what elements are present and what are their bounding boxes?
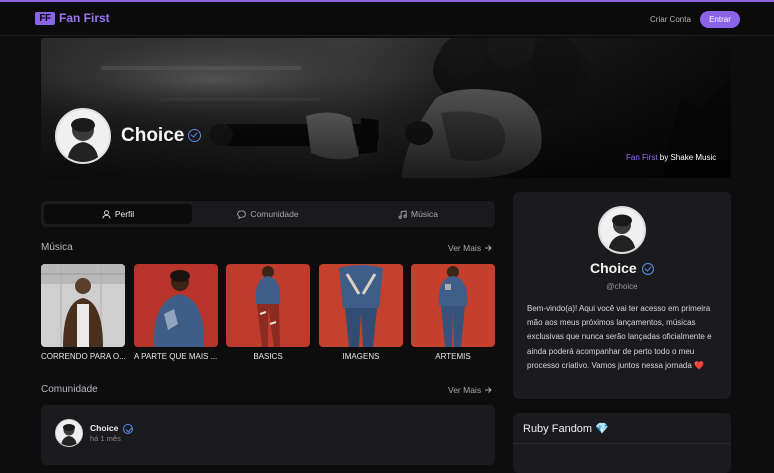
login-button[interactable]: Entrar: [700, 11, 740, 28]
arrow-right-icon: [485, 245, 492, 251]
profile-avatar: [598, 206, 646, 254]
music-see-more-link[interactable]: Ver Mais: [448, 243, 492, 253]
profile-name: Choice: [590, 260, 637, 276]
album-title[interactable]: A PARTE QUE MAIS ...: [134, 352, 218, 361]
tab-musica[interactable]: Música: [344, 204, 492, 224]
credit-brand: Fan First: [626, 153, 658, 162]
album-cover[interactable]: [411, 264, 495, 347]
verified-badge-icon: [123, 424, 133, 434]
banner-credit: Fan First by Shake Music: [626, 153, 716, 162]
album-title[interactable]: BASICS: [226, 352, 310, 361]
see-more-label: Ver Mais: [448, 243, 482, 253]
banner-avatar: [55, 108, 111, 164]
see-more-label: Ver Mais: [448, 385, 482, 395]
album-title[interactable]: ARTEMIS: [411, 352, 495, 361]
credit-suffix: by Shake Music: [657, 153, 717, 162]
album-title[interactable]: CORRENDO PARA O...: [41, 352, 125, 361]
user-icon: [102, 209, 111, 219]
arrow-right-icon: [485, 387, 492, 393]
tab-perfil[interactable]: Perfil: [44, 204, 192, 224]
album-cover[interactable]: [319, 264, 403, 347]
fandom-title: Ruby Fandom 💎: [523, 423, 609, 435]
post-author-avatar: [55, 419, 83, 447]
music-note-icon: [398, 209, 407, 219]
tab-label: Comunidade: [250, 209, 299, 219]
profile-bio: Bem-vindo(a)! Aqui você vai ter acesso e…: [527, 304, 712, 370]
tab-label: Perfil: [114, 209, 135, 219]
album-cover[interactable]: [41, 264, 125, 347]
tab-comunidade[interactable]: Comunidade: [194, 204, 342, 224]
logo-mark: FF: [35, 11, 55, 25]
album-title[interactable]: IMAGENS: [319, 352, 403, 361]
community-see-more-link[interactable]: Ver Mais: [448, 385, 492, 395]
verified-badge-icon: [188, 129, 201, 142]
album-cover[interactable]: [226, 264, 310, 347]
tab-label: Música: [411, 209, 438, 219]
artist-name: Choice: [121, 125, 185, 146]
divider: [513, 443, 731, 444]
logo-text: Fan First: [59, 11, 110, 25]
album-cover[interactable]: [134, 264, 218, 347]
music-section-title: Música: [41, 242, 73, 253]
community-section-title: Comunidade: [41, 384, 98, 395]
chat-bubble-icon: [237, 209, 247, 219]
profile-handle: @choice: [606, 282, 638, 291]
profile-tabs: Perfil Comunidade Música: [41, 201, 495, 227]
post-author-name[interactable]: Choice: [90, 423, 118, 433]
create-account-link[interactable]: Criar Conta: [650, 15, 691, 24]
post-timestamp: há 1 mês: [90, 434, 121, 443]
top-nav: FF Fan First Criar Conta Entrar: [0, 2, 774, 36]
logo[interactable]: FF Fan First: [35, 11, 110, 25]
verified-badge-icon: [642, 263, 654, 275]
